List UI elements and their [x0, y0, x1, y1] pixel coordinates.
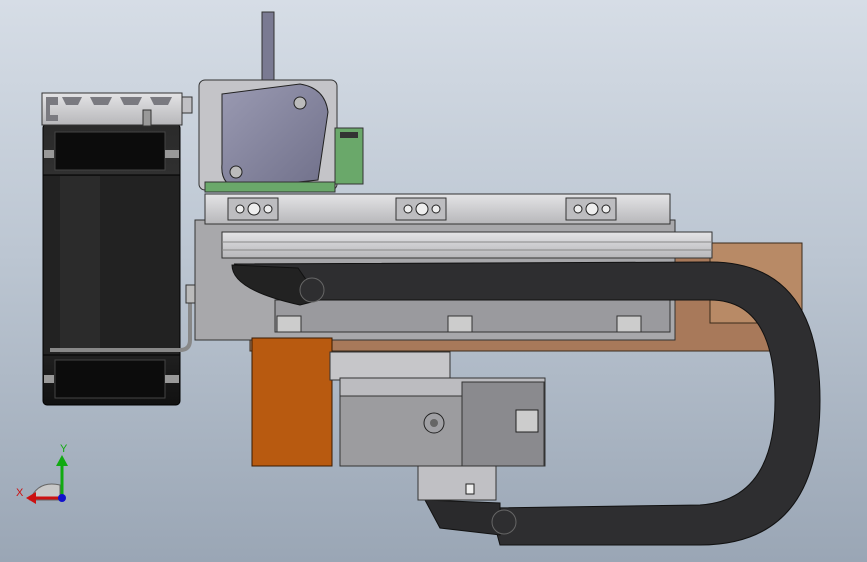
cad-assembly-drawing[interactable]: Y X	[0, 0, 867, 562]
coordinate-triad: Y X	[16, 443, 68, 504]
black-drum	[42, 123, 181, 406]
aluminum-extrusion	[41, 92, 193, 127]
lower-drive	[251, 337, 546, 501]
cad-viewport[interactable]: Y X	[0, 0, 867, 562]
top-stepper-motor	[198, 11, 364, 193]
y-axis-label: Y	[60, 443, 68, 455]
linear-rail	[221, 231, 713, 259]
rail-block	[204, 193, 671, 225]
x-axis-label: X	[16, 487, 24, 499]
